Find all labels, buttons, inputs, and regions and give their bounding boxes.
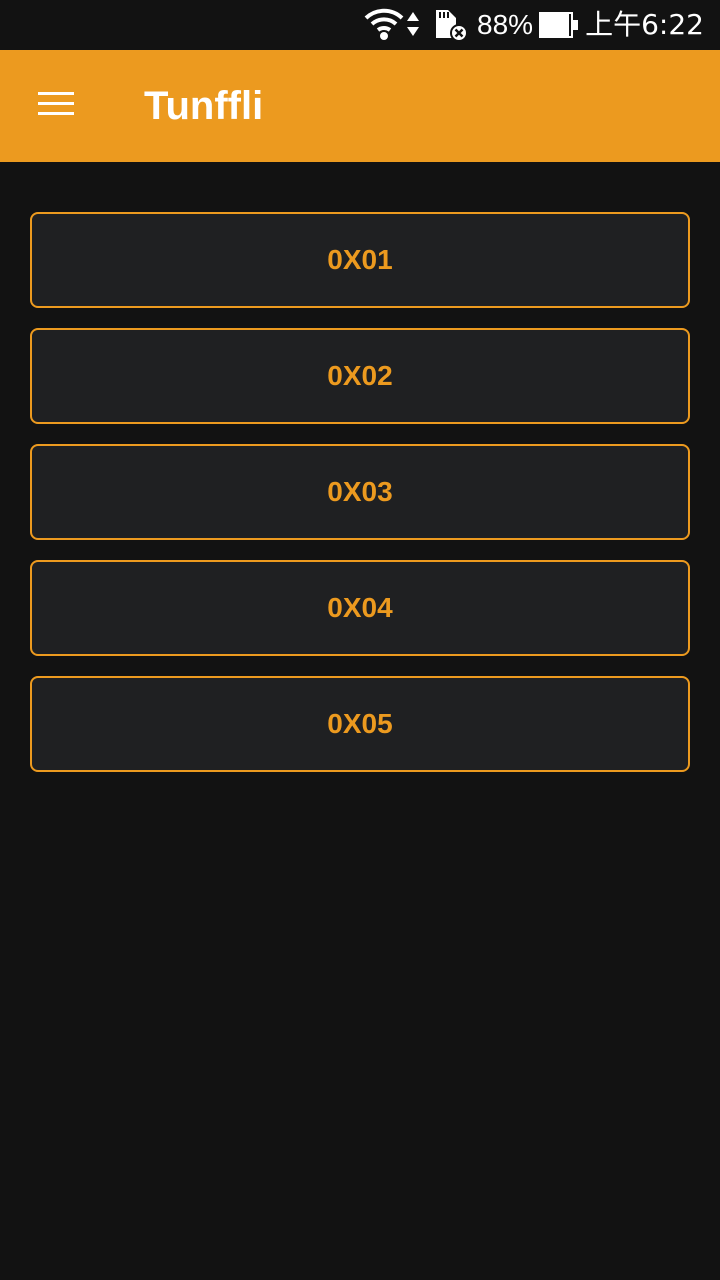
- button-0x04[interactable]: 0X04: [30, 560, 690, 656]
- sd-card-error-icon: [434, 6, 470, 42]
- button-0x02[interactable]: 0X02: [30, 328, 690, 424]
- button-0x03[interactable]: 0X03: [30, 444, 690, 540]
- status-bar: 88% 上午6:22: [0, 0, 720, 50]
- app-bar: Tunffli: [0, 50, 720, 162]
- wifi-icon: [364, 6, 404, 42]
- data-arrows-icon: [406, 10, 420, 38]
- button-0x01[interactable]: 0X01: [30, 212, 690, 308]
- clock: 上午6:22: [585, 8, 704, 41]
- button-0x05[interactable]: 0X05: [30, 676, 690, 772]
- app-title: Tunffli: [144, 84, 264, 128]
- button-list: 0X01 0X02 0X03 0X04 0X05: [30, 212, 690, 792]
- menu-button[interactable]: [20, 70, 92, 142]
- battery-percent: 88%: [477, 9, 534, 40]
- battery-icon: [538, 10, 580, 40]
